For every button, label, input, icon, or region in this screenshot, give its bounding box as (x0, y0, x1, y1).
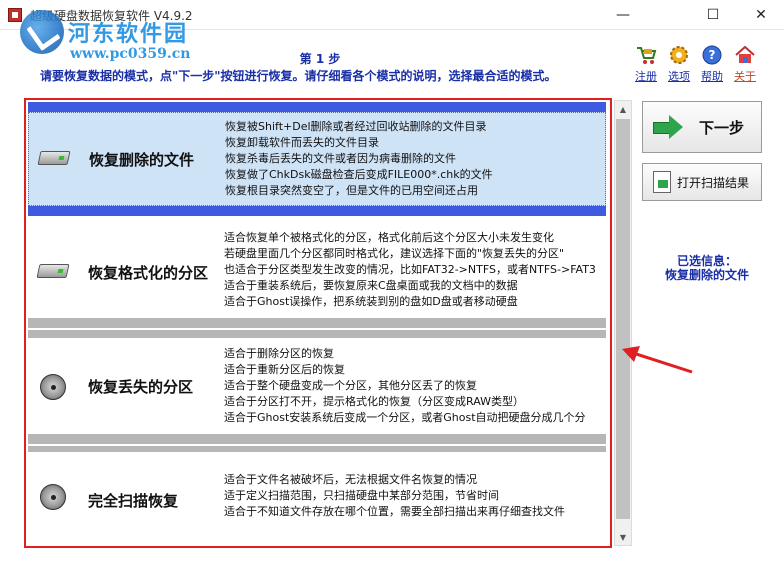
mode-description-line: 适合于Ghost安装系统后变成一个分区，或者Ghost自动把硬盘分成几个分 (224, 411, 586, 424)
minimize-button[interactable]: — (600, 0, 646, 30)
mode-description-line: 恢复根目录突然变空了，但是文件的已用空间还占用 (225, 184, 478, 197)
mode-description-line: 恢复被Shift+Del删除或者经过回收站删除的文件目录 (225, 120, 487, 133)
mode-description-line: 适合于重装系统后，要恢复原来C盘桌面或我的文档中的数据 (224, 279, 518, 292)
mode-description: 适合于删除分区的恢复 适合于重新分区后的恢复 适合于整个硬盘变成一个分区，其他分… (224, 346, 604, 426)
separator (28, 330, 606, 338)
cart-icon (635, 44, 657, 66)
toolbar-register-label: 注册 (635, 70, 657, 83)
mode-description-line: 适合于Ghost误操作，把系统装到别的盘如D盘或者移动硬盘 (224, 295, 518, 308)
mode-title: 恢复格式化的分区 (88, 264, 209, 282)
toolbar-about[interactable]: 关于 (729, 44, 761, 84)
mode-recover-formatted[interactable]: 恢复格式化的分区 适合恢复单个被格式化的分区，格式化前后这个分区大小未发生变化 … (28, 216, 606, 318)
mode-description-line: 也适合于分区类型发生改变的情况，比如FAT32->NTFS，或者NTFS->FA… (224, 263, 596, 276)
hard-disk-platter-icon (38, 484, 68, 510)
hard-disk-icon (36, 260, 70, 282)
step-description: 请要恢复数据的模式，点"下一步"按钮进行恢复。请仔细看各个模式的说明，选择最合适… (40, 69, 557, 83)
mode-description-line: 恢复做了ChkDsk磁盘检查后变成FILE000*.chk的文件 (225, 168, 493, 181)
mode-title: 完全扫描恢复 (88, 492, 179, 510)
toolbar-help[interactable]: ? 帮助 (696, 44, 728, 84)
mode-description-line: 适合于整个硬盘变成一个分区，其他分区丢了的恢复 (224, 379, 477, 392)
step-title: 第 1 步 (299, 52, 341, 66)
mode-description-line: 适于定义扫描范围，只扫描硬盘中某部分范围，节省时间 (224, 489, 499, 502)
home-icon (734, 44, 756, 66)
mode-full-scan[interactable]: 完全扫描恢复 适合于文件名被破坏后，无法根据文件名恢复的情况 适于定义扫描范围，… (28, 452, 606, 546)
toolbar-about-label: 关于 (734, 70, 756, 83)
mode-description-line: 适合恢复单个被格式化的分区，格式化前后这个分区大小未发生变化 (224, 231, 554, 244)
mode-title: 恢复丢失的分区 (88, 378, 194, 396)
scroll-thumb[interactable] (616, 119, 630, 519)
watermark-name: 河东软件园 (68, 22, 189, 47)
mode-description-line: 适合于分区打不开，提示格式化的恢复（分区变成RAW类型） (224, 395, 524, 408)
arrow-right-icon (653, 115, 683, 139)
help-icon: ? (701, 44, 723, 66)
separator (28, 206, 606, 216)
mode-title: 恢复删除的文件 (89, 151, 195, 169)
list-scrollbar[interactable]: ▲ ▼ (614, 100, 632, 546)
mode-recover-lost-partition[interactable]: 恢复丢失的分区 适合于删除分区的恢复 适合于重新分区后的恢复 适合于整个硬盘变成… (28, 338, 606, 434)
toolbar-options[interactable]: 选项 (663, 44, 695, 84)
annotation-arrow-icon (622, 346, 693, 374)
mode-recover-deleted[interactable]: 恢复删除的文件 恢复被Shift+Del删除或者经过回收站删除的文件目录 恢复卸… (28, 112, 606, 206)
open-scan-results-label: 打开扫描结果 (677, 175, 750, 190)
next-step-button[interactable]: 下一步 (642, 101, 762, 153)
mode-description-line: 恢复卸载软件而丢失的文件目录 (225, 136, 379, 149)
separator (28, 434, 606, 444)
separator (28, 102, 606, 112)
svg-text:?: ? (709, 48, 716, 62)
app-icon (8, 8, 22, 22)
gear-icon (668, 44, 690, 66)
scroll-down-icon[interactable]: ▼ (615, 529, 631, 545)
mode-description-line: 若硬盘里面几个分区都同时格式化，建议选择下面的"恢复丢失的分区" (224, 247, 565, 260)
mode-description: 适合恢复单个被格式化的分区，格式化前后这个分区大小未发生变化 若硬盘里面几个分区… (224, 230, 604, 310)
watermark-logo-icon (20, 10, 64, 54)
mode-description-line: 适合于删除分区的恢复 (224, 347, 334, 360)
hard-disk-platter-icon (38, 374, 68, 400)
mode-description: 恢复被Shift+Del删除或者经过回收站删除的文件目录 恢复卸载软件而丢失的文… (225, 119, 605, 199)
mode-description-line: 恢复杀毒后丢失的文件或者因为病毒删除的文件 (225, 152, 456, 165)
mode-description-line: 适合于不知道文件存放在哪个位置，需要全部扫描出来再仔细查找文件 (224, 505, 565, 518)
hard-disk-icon (37, 147, 71, 169)
close-button[interactable]: ✕ (738, 0, 784, 30)
maximize-button[interactable]: ☐ (690, 0, 736, 30)
selected-info-value: 恢复删除的文件 (664, 268, 749, 282)
mode-description: 适合于文件名被破坏后，无法根据文件名恢复的情况 适于定义扫描范围，只扫描硬盘中某… (224, 472, 604, 520)
separator (28, 318, 606, 328)
document-icon (653, 171, 671, 193)
mode-description-line: 适合于文件名被破坏后，无法根据文件名恢复的情况 (224, 473, 477, 486)
mode-description-line: 适合于重新分区后的恢复 (224, 363, 345, 376)
scroll-up-icon[interactable]: ▲ (615, 101, 631, 117)
open-scan-results-button[interactable]: 打开扫描结果 (642, 163, 762, 201)
toolbar-help-label: 帮助 (701, 70, 723, 83)
toolbar-register[interactable]: 注册 (630, 44, 662, 84)
toolbar-options-label: 选项 (668, 70, 690, 83)
next-step-label: 下一步 (699, 118, 745, 137)
